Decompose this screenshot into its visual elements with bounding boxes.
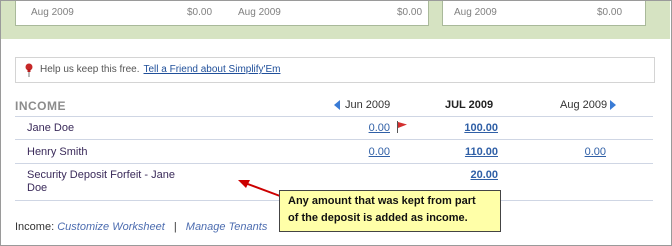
income-item-name-line1: Security Deposit Forfeit - Jane	[27, 169, 175, 181]
month-current-label: JUL 2009	[445, 99, 494, 111]
previous-month-arrow-icon[interactable]	[334, 100, 340, 110]
income-section-title: INCOME	[15, 99, 66, 113]
top-summary-panel-right: Aug 2009 $0.00	[442, 1, 646, 26]
month-prev-label[interactable]: Jun 2009	[345, 99, 390, 111]
divider	[15, 116, 653, 117]
amount-prev[interactable]: 0.00	[340, 122, 390, 134]
footer-links: Income: Customize Worksheet | Manage Ten…	[15, 221, 267, 233]
month-next-label[interactable]: Aug 2009	[560, 99, 607, 111]
divider	[15, 139, 653, 140]
panel-month-label: Aug 2009	[238, 7, 281, 18]
tenant-name: Jane Doe	[27, 122, 75, 134]
footer-separator: |	[173, 221, 177, 233]
pushpin-icon	[25, 63, 33, 77]
amount-current[interactable]: 20.00	[440, 169, 498, 181]
top-summary-panel-left: Aug 2009 $0.00 Aug 2009 $0.00	[15, 1, 429, 26]
red-flag-icon[interactable]	[396, 121, 408, 133]
panel-amount: $0.00	[397, 7, 423, 18]
panel-month-label: Aug 2009	[454, 7, 497, 18]
tenant-name: Henry Smith	[27, 146, 88, 158]
red-arrow-pointer-icon	[238, 180, 281, 197]
amount-prev[interactable]: 0.00	[340, 146, 390, 158]
panel-amount: $0.00	[597, 7, 623, 18]
callout-line: of the deposit is added as income.	[288, 212, 468, 224]
amount-current[interactable]: 100.00	[440, 122, 498, 134]
help-text: Help us keep this free. Tell a Friend abo…	[40, 64, 280, 75]
callout-line: Any amount that was kept from part	[288, 195, 476, 207]
footer-label: Income:	[15, 221, 55, 233]
next-month-arrow-icon[interactable]	[610, 100, 616, 110]
customize-worksheet-link[interactable]: Customize Worksheet	[57, 221, 165, 233]
divider	[15, 163, 653, 164]
manage-tenants-link[interactable]: Manage Tenants	[186, 221, 268, 233]
amount-next[interactable]: 0.00	[556, 146, 606, 158]
tell-a-friend-link[interactable]: Tell a Friend about Simplify'Em	[144, 64, 281, 75]
help-message: Help us keep this free.	[40, 64, 140, 75]
amount-current[interactable]: 110.00	[440, 146, 498, 158]
annotation-callout: Any amount that was kept from part of th…	[279, 190, 501, 232]
help-banner: Help us keep this free. Tell a Friend abo…	[15, 57, 655, 83]
income-item-name-line2: Doe	[27, 182, 48, 194]
panel-month-label: Aug 2009	[31, 7, 74, 18]
panel-amount: $0.00	[187, 7, 213, 18]
